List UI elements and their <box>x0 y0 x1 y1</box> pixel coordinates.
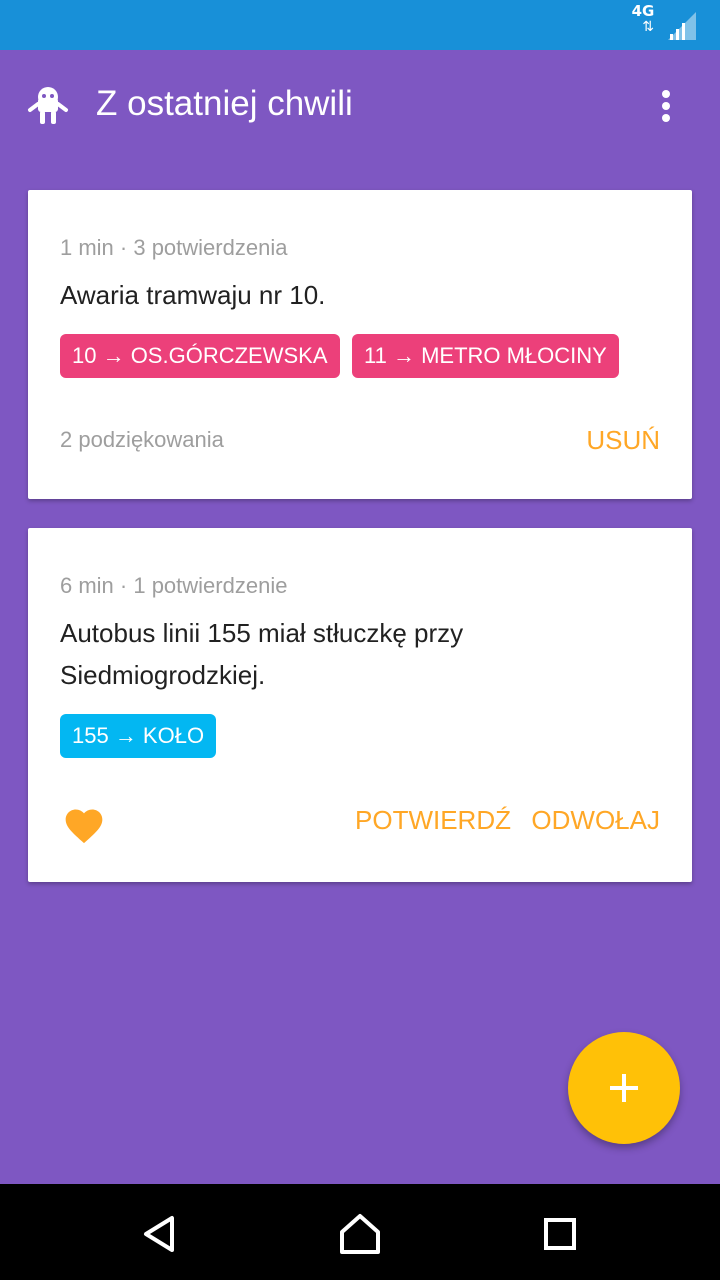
recents-icon[interactable] <box>538 1212 582 1256</box>
report-message: Autobus linii 155 miał stłuczkę przy Sie… <box>60 618 464 690</box>
signal-strength-icon <box>668 12 696 40</box>
revoke-button[interactable]: ODWOŁAJ <box>531 804 660 836</box>
report-meta: 1 min · 3 potwierdzenia <box>60 235 288 260</box>
route-tag[interactable]: 155 → KOŁO <box>60 714 217 758</box>
route-tag[interactable]: 10 → OS.GÓRCZEWSKA <box>60 334 340 378</box>
delete-button[interactable]: USUŃ <box>586 424 660 456</box>
confirm-button[interactable]: POTWIERDŹ <box>355 804 511 836</box>
report-card[interactable]: 1 min · 3 potwierdzenia Awaria tramwaju … <box>28 190 692 499</box>
back-icon[interactable] <box>138 1212 182 1256</box>
report-message: Awaria tramwaju nr 10. <box>60 280 326 310</box>
plus-icon <box>610 1074 638 1102</box>
ghost-mascot-icon <box>28 87 68 124</box>
app-title: Z ostatniej chwili <box>96 84 353 123</box>
navigation-bar <box>0 1184 720 1280</box>
route-tag[interactable]: 11 → METRO MŁOCINY <box>352 334 619 378</box>
status-bar: 4G ⇅ <box>0 0 720 50</box>
heart-icon[interactable] <box>62 804 106 848</box>
add-report-button[interactable] <box>568 1032 680 1144</box>
network-type-label: 4G <box>631 2 655 20</box>
more-vert-icon[interactable] <box>646 82 686 130</box>
app-bar: Z ostatniej chwili <box>0 50 720 160</box>
report-meta: 6 min · 1 potwierdzenie <box>60 573 288 598</box>
home-icon[interactable] <box>338 1212 382 1256</box>
thanks-count: 2 podziękowania <box>60 427 224 452</box>
network-activity-icon: ⇅ <box>642 19 654 35</box>
report-card[interactable]: 6 min · 1 potwierdzenie Autobus linii 15… <box>28 528 692 882</box>
